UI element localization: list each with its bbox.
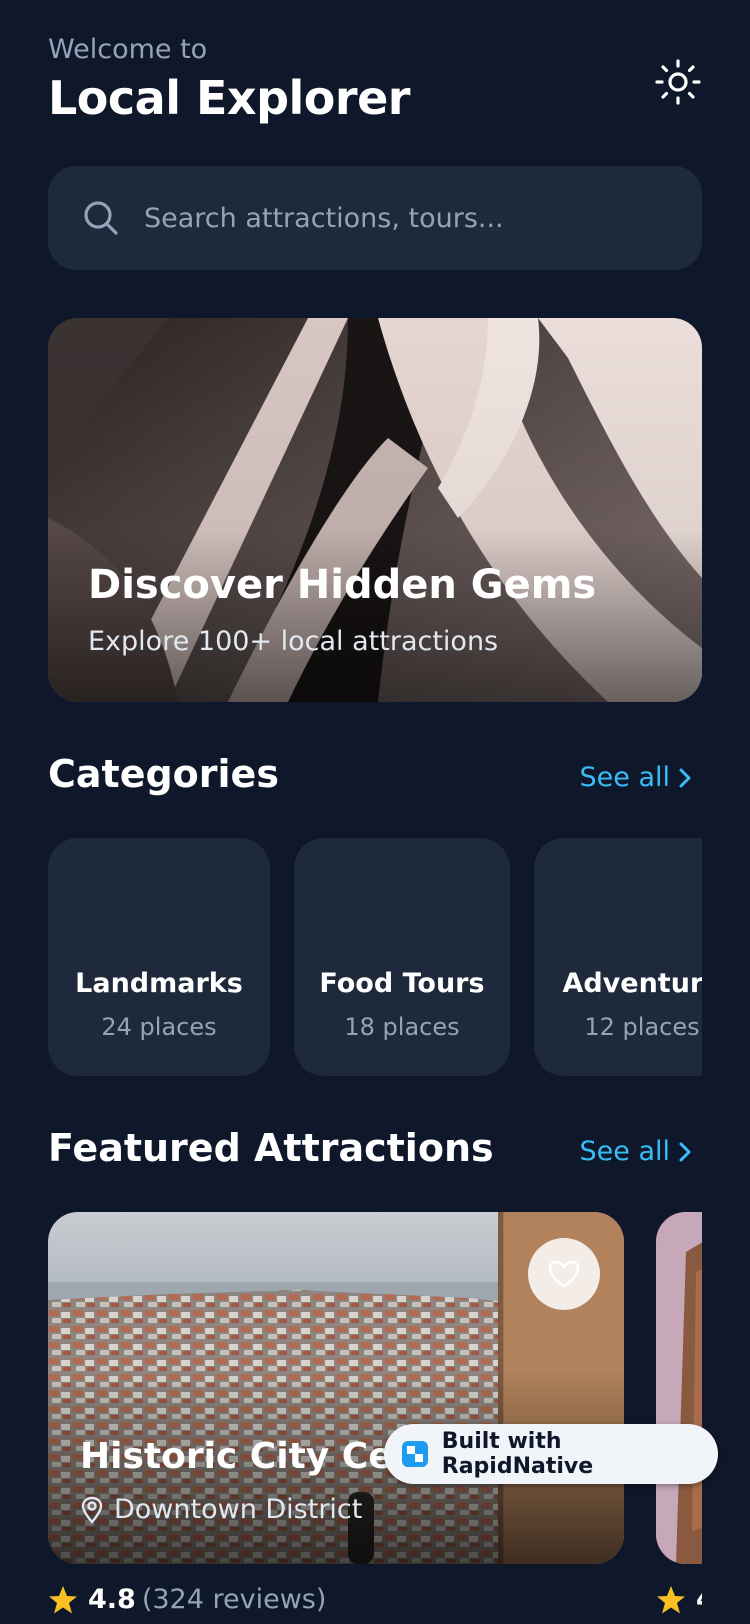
categories-see-all-link[interactable]: See all (580, 762, 693, 793)
featured-header: Featured Attractions See all (48, 1126, 702, 1186)
star-icon (49, 1585, 77, 1613)
search-bar[interactable] (48, 166, 702, 270)
attraction-rating: 4 (656, 1584, 702, 1615)
rating-value: 4 (696, 1584, 702, 1615)
location-label: Downtown District (114, 1494, 363, 1525)
rating-value: 4.8 (88, 1584, 136, 1615)
category-count: 12 places (584, 1013, 700, 1041)
hero-title: Discover Hidden Gems (88, 562, 597, 608)
heart-icon (548, 1260, 580, 1288)
built-with-badge[interactable]: Built with RapidNative (384, 1424, 718, 1484)
categories-title: Categories (48, 752, 279, 796)
see-all-label: See all (579, 762, 671, 793)
badge-label: Built with RapidNative (441, 1429, 594, 1479)
chevron-right-icon (679, 1142, 691, 1161)
category-count: 24 places (101, 1013, 217, 1041)
review-count: (324 reviews) (141, 1584, 327, 1615)
theme-toggle-button[interactable] (654, 58, 702, 106)
category-card-landmarks[interactable]: Landmarks 24 places (48, 838, 270, 1076)
hero-banner[interactable]: Discover Hidden Gems Explore 100+ local … (48, 318, 702, 702)
featured-see-all-link[interactable]: See all (580, 1136, 693, 1167)
featured-list: Historic City Center Downtown District 4… (48, 1212, 702, 1624)
category-name: Adventure (562, 968, 702, 999)
app-title: Local Explorer (48, 71, 410, 125)
category-name: Landmarks (75, 968, 243, 999)
header: Welcome to Local Explorer (48, 34, 702, 134)
categories-header: Categories See all (48, 752, 702, 812)
featured-title: Featured Attractions (48, 1126, 494, 1170)
favorite-button[interactable] (528, 1238, 600, 1310)
attraction-location: Downtown District (80, 1494, 362, 1525)
featured-card[interactable]: Historic City Center Downtown District (48, 1212, 624, 1564)
attraction-rating: 4.8 (324 reviews) (48, 1584, 326, 1615)
category-card-food-tours[interactable]: Food Tours 18 places (294, 838, 510, 1076)
search-icon (84, 201, 118, 235)
categories-list: Landmarks 24 places Food Tours 18 places… (48, 838, 702, 1078)
category-name: Food Tours (319, 968, 485, 999)
attraction-image (656, 1212, 702, 1564)
search-input[interactable] (144, 202, 624, 234)
category-card-adventure[interactable]: Adventure 12 places (534, 838, 702, 1076)
category-count: 18 places (344, 1013, 460, 1041)
sun-icon (655, 59, 701, 105)
map-pin-icon (81, 1496, 103, 1524)
star-icon (657, 1585, 685, 1613)
featured-card[interactable] (656, 1212, 702, 1564)
hero-subtitle: Explore 100+ local attractions (88, 626, 499, 657)
chevron-right-icon (679, 768, 691, 787)
rapidnative-logo-icon (402, 1441, 428, 1467)
see-all-label: See all (579, 1136, 671, 1167)
welcome-text: Welcome to (48, 34, 208, 65)
